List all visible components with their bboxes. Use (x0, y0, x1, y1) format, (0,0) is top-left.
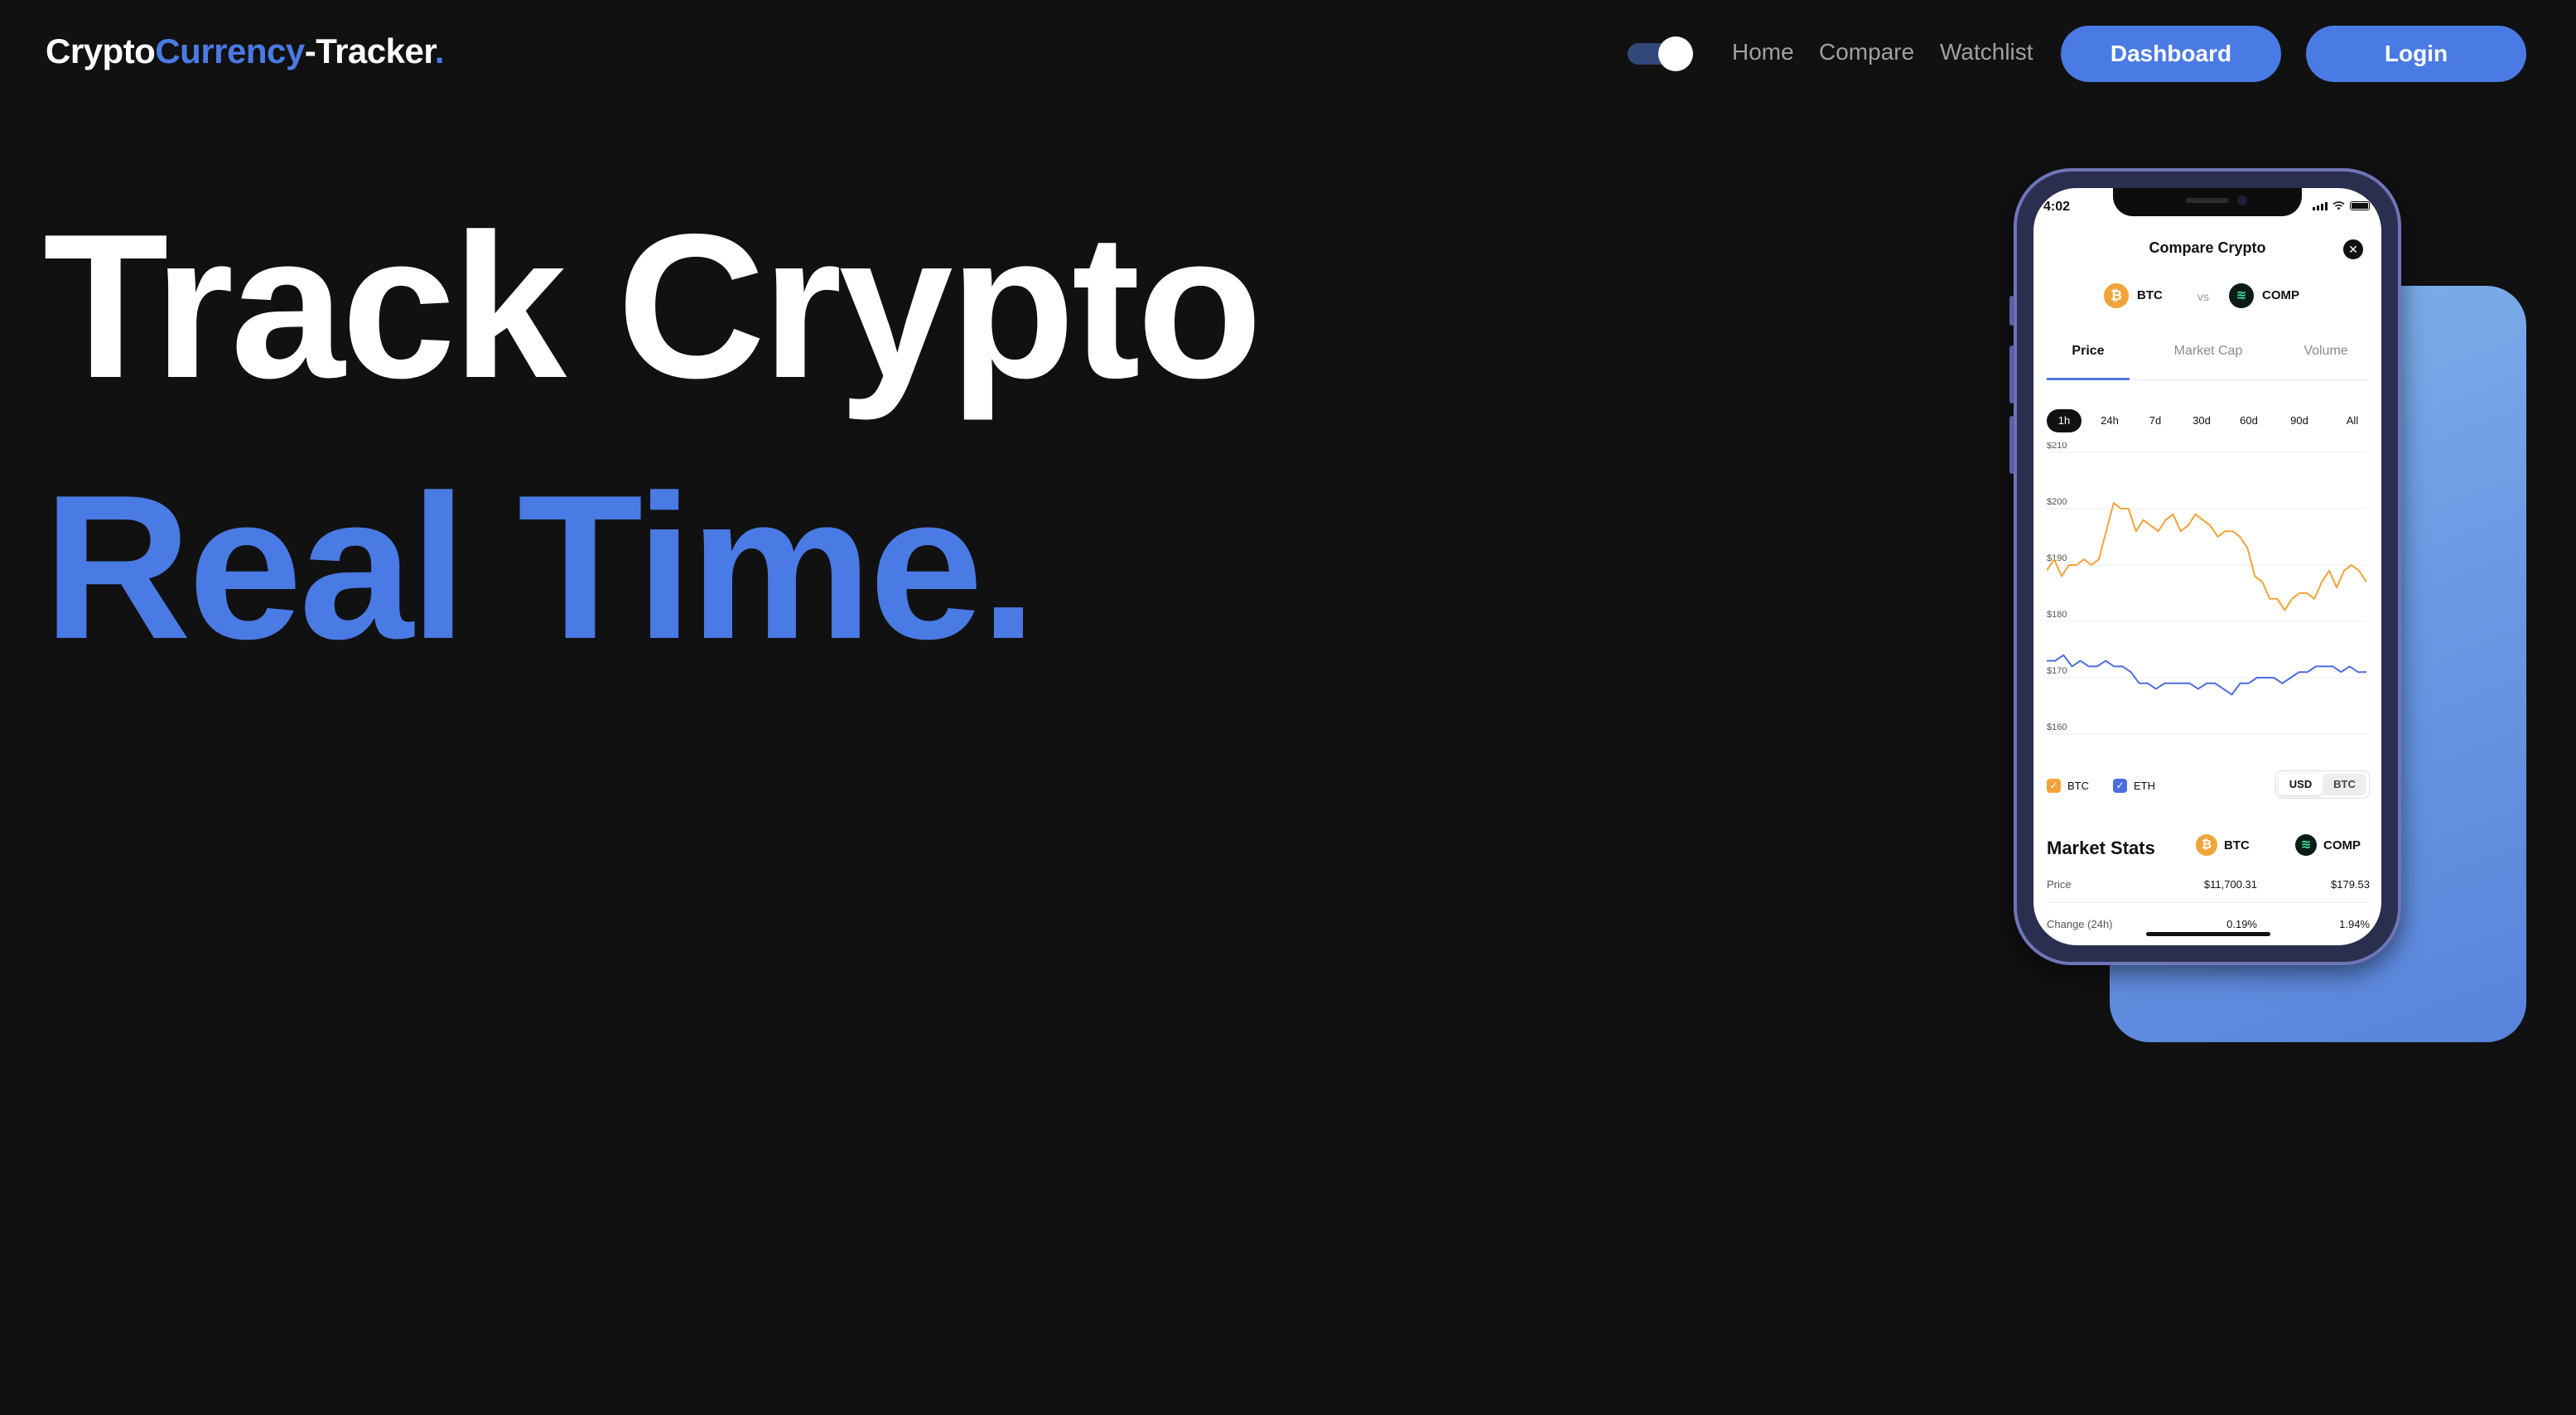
stat-row-value: $179.53 (2331, 878, 2370, 891)
phone-notch (2113, 188, 2302, 216)
dashboard-button[interactable]: Dashboard (2061, 26, 2281, 82)
status-icons (2313, 201, 2370, 210)
y-tick-label: $190 (2047, 553, 2067, 563)
toggle-knob (1658, 36, 1693, 71)
compare-title: Compare Crypto (2149, 239, 2266, 256)
range-24h[interactable]: 24h (2092, 409, 2127, 432)
y-tick-label: $180 (2047, 610, 2067, 620)
wifi-icon (2332, 201, 2345, 210)
signal-icon (2313, 201, 2328, 210)
nav-link-home[interactable]: Home (1732, 39, 1794, 65)
range-all[interactable]: All (2335, 409, 2370, 432)
legend-eth[interactable]: ✓ ETH (2113, 779, 2155, 793)
coin1-label[interactable]: BTC (2137, 288, 2163, 302)
compound-icon: ≋ (2229, 283, 2254, 308)
y-tick-label: $200 (2047, 497, 2067, 507)
active-tab-underline (2047, 378, 2130, 380)
login-button[interactable]: Login (2306, 26, 2526, 82)
y-tick-label: $170 (2047, 666, 2067, 676)
phone-side-button (2009, 296, 2014, 326)
landing-page: CryptoCurrency-Tracker. Home Compare Wat… (0, 0, 2576, 1415)
bitcoin-icon: ₿ (2196, 834, 2217, 856)
camera-icon (2237, 196, 2247, 205)
tab-market-cap[interactable]: Market Cap (2167, 344, 2250, 359)
stats-coin1-label: BTC (2224, 838, 2250, 852)
compound-icon: ≋ (2295, 834, 2317, 856)
range-30d[interactable]: 30d (2184, 409, 2219, 432)
coin2-label[interactable]: COMP (2262, 288, 2299, 302)
stat-row-value: 1.94% (2339, 918, 2370, 930)
series-line-eth (2047, 654, 2366, 696)
metric-tabs: Price Market Cap Volume (2047, 344, 2370, 380)
hero-heading-line2: Real Time. (43, 452, 1037, 682)
speaker-icon (2186, 198, 2229, 203)
logo-text-tracker: -Tracker (304, 31, 436, 70)
stats-coin2-label: COMP (2323, 838, 2361, 852)
y-tick-label: $160 (2047, 722, 2067, 732)
stats-coin1-header: ₿ BTC (2196, 834, 2250, 856)
legend-eth-label: ETH (2134, 780, 2155, 792)
market-stats-title: Market Stats (2047, 838, 2155, 858)
status-time: 4:02 (2043, 200, 2071, 214)
stats-coin2-header: ≋ COMP (2295, 834, 2361, 856)
price-chart[interactable]: $210 $200 $190 $180 $170 $160 (2047, 442, 2370, 753)
time-range-selector: 1h 24h 7d 30d 60d 90d All (2047, 409, 2370, 432)
close-icon[interactable]: ✕ (2343, 239, 2363, 259)
home-indicator (2146, 932, 2270, 936)
phone-side-button (2009, 345, 2014, 403)
nav-link-compare[interactable]: Compare (1819, 39, 1914, 65)
tab-price[interactable]: Price (2047, 344, 2130, 359)
phone-mockup: 4:02 Compare Crypto ✕ ₿ BTC vs ≋ COMP Pr… (2009, 168, 2401, 965)
legend-btc[interactable]: ✓ BTC (2047, 779, 2089, 793)
tab-volume[interactable]: Volume (2284, 344, 2367, 359)
logo-text-currency: Currency (155, 31, 305, 70)
nav-link-watchlist[interactable]: Watchlist (1940, 39, 2033, 65)
logo-text-crypto: Crypto (46, 31, 156, 70)
checkbox-checked-icon: ✓ (2047, 779, 2061, 793)
site-logo[interactable]: CryptoCurrency-Tracker. (46, 31, 445, 71)
stat-row-label: Change (24h) (2047, 918, 2113, 930)
row-divider (2047, 902, 2370, 903)
range-60d[interactable]: 60d (2231, 409, 2266, 432)
range-90d[interactable]: 90d (2282, 409, 2317, 432)
range-1h[interactable]: 1h (2047, 409, 2082, 432)
currency-usd[interactable]: USD (2279, 774, 2323, 795)
currency-btc[interactable]: BTC (2323, 774, 2366, 795)
stat-row-value: $11,700.31 (2203, 878, 2257, 891)
series-line-btc (2047, 502, 2367, 611)
logo-dot: . (434, 31, 445, 70)
stat-row-value: 0.19% (2226, 918, 2257, 930)
currency-toggle: USD BTC (2275, 770, 2370, 799)
bitcoin-icon: ₿ (2104, 283, 2129, 308)
battery-icon (2350, 201, 2370, 210)
legend-btc-label: BTC (2067, 780, 2089, 792)
checkbox-checked-icon: ✓ (2113, 779, 2127, 793)
vs-label: vs (2197, 290, 2209, 303)
theme-toggle[interactable] (1628, 36, 1693, 71)
hero-heading-line1: Track Crypto (43, 191, 1262, 421)
phone-screen: 4:02 Compare Crypto ✕ ₿ BTC vs ≋ COMP Pr… (2033, 188, 2381, 945)
phone-side-button (2009, 416, 2014, 474)
range-7d[interactable]: 7d (2138, 409, 2173, 432)
stat-row-label: Price (2047, 878, 2072, 891)
y-tick-label: $210 (2047, 442, 2067, 451)
